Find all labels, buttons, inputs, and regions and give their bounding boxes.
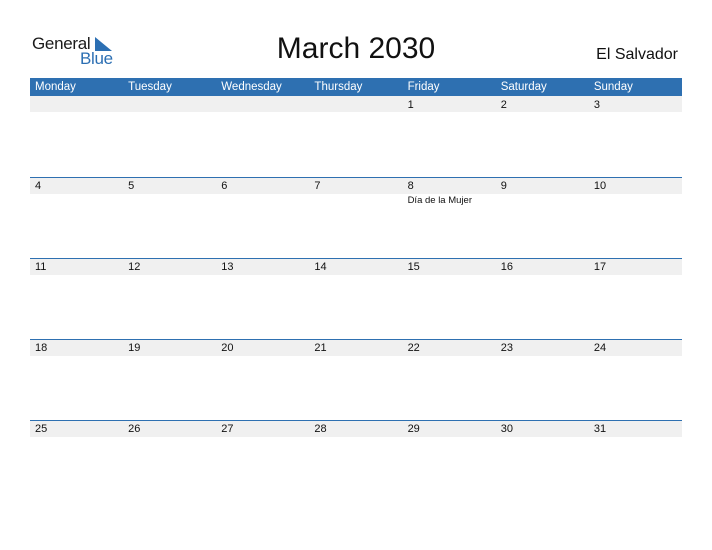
day-number: 2 — [500, 99, 507, 111]
day-cell: 13 — [216, 258, 309, 339]
weekday-header: Monday Tuesday Wednesday Thursday Friday… — [30, 78, 682, 96]
week-row: 25 26 27 28 29 30 31 — [30, 420, 682, 501]
day-cell: 9 — [496, 177, 589, 258]
day-cell — [216, 96, 309, 177]
day-number: 23 — [500, 342, 513, 354]
day-number: 7 — [314, 180, 321, 192]
week-row: 4 5 6 7 8 Día de la Mujer 9 10 — [30, 177, 682, 258]
day-cell: 2 — [496, 96, 589, 177]
day-cell: 1 — [403, 96, 496, 177]
day-cell: 12 — [123, 258, 216, 339]
day-cell: 3 — [589, 96, 682, 177]
day-number: 5 — [128, 180, 135, 192]
day-cell: 20 — [216, 339, 309, 420]
day-number: 15 — [407, 261, 420, 273]
day-number: 28 — [314, 423, 327, 435]
day-cell — [30, 96, 123, 177]
weekday-monday: Monday — [35, 81, 76, 93]
day-cell: 26 — [123, 420, 216, 501]
day-cell — [309, 96, 402, 177]
day-number: 22 — [407, 342, 420, 354]
day-number: 1 — [407, 99, 414, 111]
weekday-friday: Friday — [407, 81, 440, 93]
day-number: 3 — [593, 99, 600, 111]
day-cell: 8 Día de la Mujer — [403, 177, 496, 258]
day-cell: 10 — [589, 177, 682, 258]
day-number: 21 — [314, 342, 327, 354]
day-number: 18 — [35, 342, 48, 354]
day-number: 14 — [314, 261, 327, 273]
day-cell: 6 — [216, 177, 309, 258]
weekday-saturday: Saturday — [500, 81, 547, 93]
day-number: 8 — [407, 180, 414, 192]
week-row: 11 12 13 14 15 16 17 — [30, 258, 682, 339]
day-number: 10 — [593, 180, 607, 192]
day-number: 19 — [128, 342, 141, 354]
day-number: 9 — [500, 180, 507, 192]
day-cell: 24 — [589, 339, 682, 420]
day-cell — [123, 96, 216, 177]
day-cell: 16 — [496, 258, 589, 339]
day-number: 20 — [221, 342, 234, 354]
country-label: El Salvador — [596, 46, 678, 63]
day-cell: 18 — [30, 339, 123, 420]
day-cell: 11 — [30, 258, 123, 339]
day-number: 29 — [407, 423, 420, 435]
day-cell: 22 — [403, 339, 496, 420]
weekday-tuesday: Tuesday — [128, 81, 172, 93]
day-cell: 15 — [403, 258, 496, 339]
day-cell: 28 — [309, 420, 402, 501]
week-row: 18 19 20 21 22 23 24 — [30, 339, 682, 420]
day-cell: 7 — [309, 177, 402, 258]
day-number: 11 — [35, 261, 47, 273]
day-number: 26 — [128, 423, 141, 435]
day-cell: 23 — [496, 339, 589, 420]
weekday-sunday: Sunday — [593, 81, 633, 93]
weekday-wednesday: Wednesday — [221, 81, 282, 93]
day-number: 30 — [500, 423, 513, 435]
day-cell: 31 — [589, 420, 682, 501]
day-number: 12 — [128, 261, 141, 273]
day-cell: 19 — [123, 339, 216, 420]
week-row: 1 2 3 — [30, 96, 682, 177]
day-cell: 17 — [589, 258, 682, 339]
day-number: 16 — [500, 261, 513, 273]
day-number: 4 — [35, 180, 42, 192]
day-cell: 27 — [216, 420, 309, 501]
day-number: 13 — [221, 261, 234, 273]
day-cell: 30 — [496, 420, 589, 501]
day-cell: 4 — [30, 177, 123, 258]
day-number: 27 — [221, 423, 234, 435]
day-number: 6 — [221, 180, 228, 192]
day-number: 17 — [593, 261, 607, 273]
weekday-thursday: Thursday — [314, 81, 363, 93]
day-number: 31 — [593, 423, 607, 435]
day-cell: 29 — [403, 420, 496, 501]
holiday-label: Día de la Mujer — [407, 195, 472, 206]
day-number: 24 — [593, 342, 607, 354]
day-number: 25 — [35, 423, 48, 435]
day-cell: 14 — [309, 258, 402, 339]
day-cell: 25 — [30, 420, 123, 501]
day-cell: 21 — [309, 339, 402, 420]
day-cell: 5 — [123, 177, 216, 258]
